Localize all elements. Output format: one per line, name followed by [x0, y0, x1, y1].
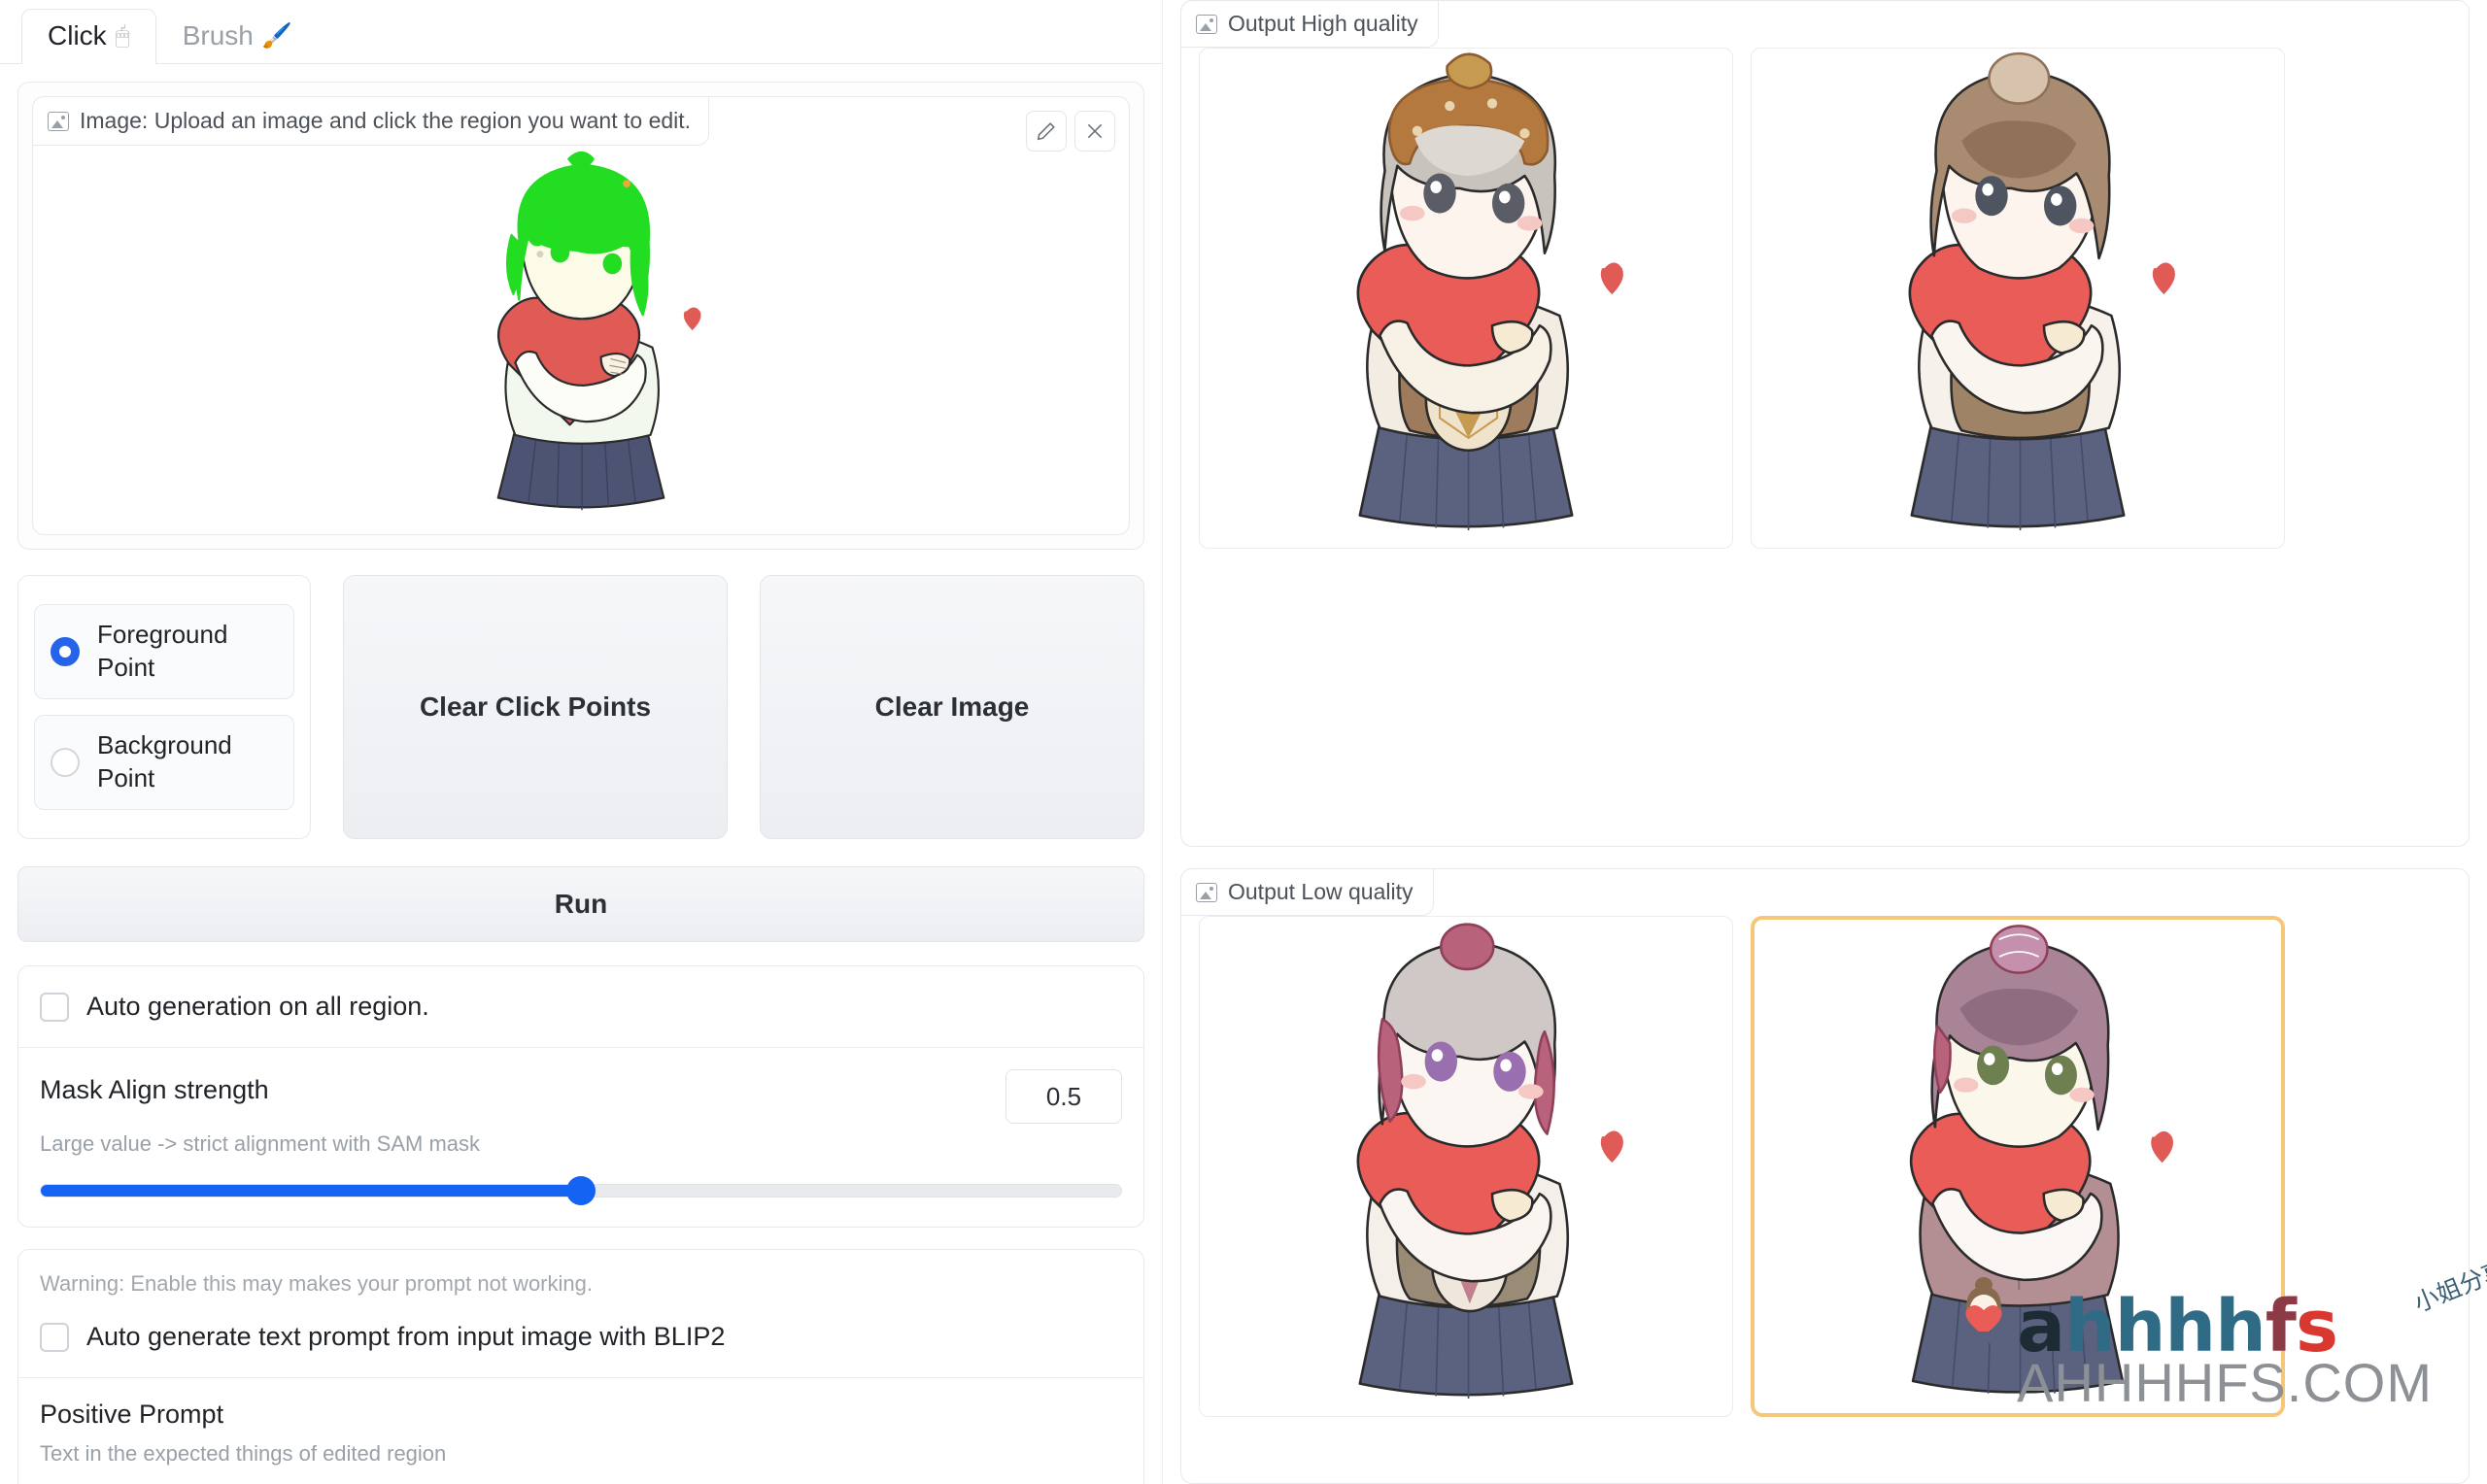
low-result-2-image: [1909, 925, 2174, 1397]
positive-prompt-title: Positive Prompt: [40, 1400, 224, 1429]
auto-generation-checkbox-row[interactable]: Auto generation on all region.: [18, 966, 1143, 1047]
output-high-quality-grid: [1181, 1, 2469, 566]
output-high-quality-label-text: Output High quality: [1228, 11, 1418, 36]
high-result-2-image: [1908, 51, 2175, 531]
image-placeholder-icon: [48, 111, 69, 131]
output-low-quality-grid: [1181, 869, 2469, 1434]
output-low-quality-label: Output Low quality: [1180, 868, 1434, 916]
auto-region-card: Auto generation on all region. Mask Alig…: [17, 965, 1144, 1228]
low-result-2[interactable]: [1751, 916, 2285, 1417]
paintbrush-icon: 🖌️: [261, 21, 292, 50]
radio-background-point[interactable]: Background Point: [34, 715, 294, 810]
mouse-icon: 🖱: [115, 21, 130, 50]
radio-foreground-point[interactable]: Foreground Point: [34, 604, 294, 699]
mask-align-hint: Large value -> strict alignment with SAM…: [40, 1131, 481, 1156]
click-controls-row: Foreground Point Background Point Clear …: [17, 575, 1144, 839]
radio-label-foreground: Foreground Point: [97, 620, 228, 683]
low-result-1[interactable]: [1199, 916, 1733, 1417]
clear-image-button[interactable]: Clear Image: [760, 575, 1144, 839]
image-upload-label-text: Image: Upload an image and click the reg…: [80, 108, 692, 133]
pencil-icon[interactable]: [1026, 111, 1067, 152]
high-result-1-image: [1356, 52, 1623, 531]
high-result-2[interactable]: [1751, 48, 2285, 549]
left-panel: Click 🖱 Brush 🖌️ Image: Upload an image …: [0, 0, 1162, 1484]
auto-generation-checkbox[interactable]: [40, 992, 69, 1022]
clear-click-points-button[interactable]: Clear Click Points: [343, 575, 728, 839]
mask-align-title: Mask Align strength: [40, 1075, 269, 1104]
image-placeholder-icon: [1196, 882, 1217, 902]
output-low-quality-label-text: Output Low quality: [1228, 879, 1414, 904]
blip2-warning-text: Warning: Enable this may makes your prom…: [40, 1271, 593, 1296]
point-type-radio-group: Foreground Point Background Point: [17, 575, 311, 839]
radio-label-background: Background Point: [97, 730, 232, 793]
high-result-1[interactable]: [1199, 48, 1733, 549]
mask-align-header: Mask Align strength 0.5: [40, 1069, 1122, 1124]
auto-generation-label: Auto generation on all region.: [86, 992, 429, 1021]
mask-align-value-input[interactable]: 0.5: [1005, 1069, 1122, 1124]
input-image-canvas[interactable]: [33, 144, 1129, 524]
mask-align-slider[interactable]: [40, 1176, 1122, 1205]
radio-dot-background: [51, 747, 80, 777]
output-high-quality-label: Output High quality: [1180, 0, 1439, 48]
tab-bar: Click 🖱 Brush 🖌️: [0, 0, 1162, 64]
image-tools: [1026, 111, 1115, 152]
image-placeholder-icon: [1196, 14, 1217, 34]
right-panel: Output High quality Output Low quality a…: [1162, 0, 2487, 1484]
radio-dot-foreground: [51, 637, 80, 667]
close-icon[interactable]: [1074, 111, 1115, 152]
blip2-label: Auto generate text prompt from input ima…: [86, 1322, 726, 1351]
tab-brush[interactable]: Brush 🖌️: [155, 9, 319, 63]
tab-click[interactable]: Click 🖱: [21, 9, 156, 64]
app-root: Click 🖱 Brush 🖌️ Image: Upload an image …: [0, 0, 2487, 1484]
low-result-1-image: [1356, 923, 1623, 1400]
output-low-quality-panel: Output Low quality: [1180, 868, 2470, 1484]
blip2-checkbox[interactable]: [40, 1322, 69, 1352]
blip2-checkbox-row[interactable]: Auto generate text prompt from input ima…: [18, 1297, 1143, 1377]
output-high-quality-panel: Output High quality: [1180, 0, 2470, 847]
prompt-card: Warning: Enable this may makes your prom…: [17, 1249, 1144, 1484]
positive-prompt-hint: Text in the expected things of edited re…: [40, 1441, 447, 1466]
run-button[interactable]: Run: [17, 866, 1144, 942]
input-image-render: [496, 151, 701, 511]
mask-align-slider-block: Mask Align strength 0.5 Large value -> s…: [18, 1048, 1143, 1227]
mask-align-slider-fill: [41, 1185, 581, 1197]
tab-click-label: Click: [48, 20, 107, 51]
image-input-card: Image: Upload an image and click the reg…: [17, 82, 1144, 550]
image-upload-box[interactable]: Image: Upload an image and click the reg…: [32, 96, 1130, 535]
tab-brush-label: Brush: [182, 20, 254, 51]
image-upload-label: Image: Upload an image and click the reg…: [32, 96, 710, 146]
mask-align-slider-knob[interactable]: [566, 1176, 596, 1205]
positive-prompt-block: Positive Prompt Text in the expected thi…: [18, 1378, 1143, 1484]
